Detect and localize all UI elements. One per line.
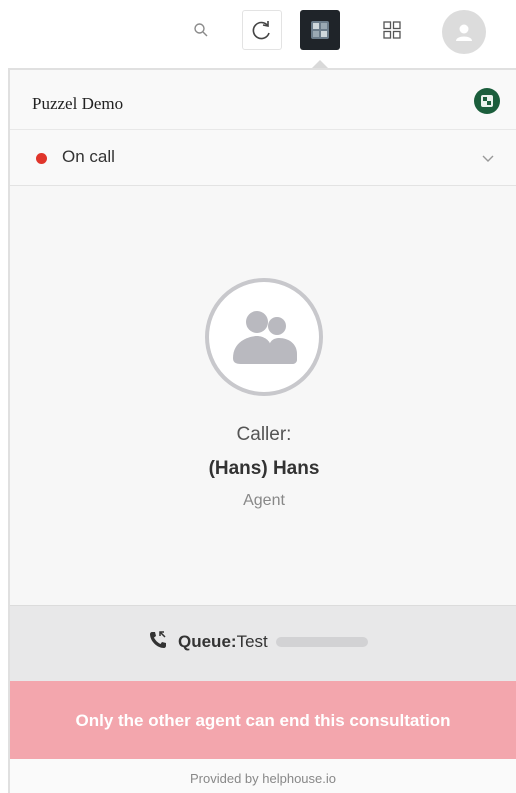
queue-info: Queue: Test	[148, 630, 368, 654]
warning-banner: Only the other agent can end this consul…	[10, 681, 516, 759]
extension-panel: Puzzel Demo On call Caller: (Hans) Hans …	[8, 68, 516, 793]
warning-text: Only the other agent can end this consul…	[75, 711, 451, 730]
queue-key: Queue:	[178, 632, 237, 651]
phone-transfer-icon	[148, 630, 168, 655]
panel-header: Puzzel Demo	[10, 70, 516, 130]
apps-grid-icon[interactable]	[378, 16, 406, 44]
popup-caret	[312, 60, 328, 68]
caller-role: Agent	[243, 492, 285, 509]
footer-credit[interactable]: Provided by helphouse.io	[10, 771, 516, 786]
caller-label: Caller:	[236, 424, 292, 445]
caller-info: Caller: (Hans) Hans Agent	[10, 186, 516, 606]
queue-bar: Queue: Test	[10, 605, 516, 681]
status-dot-icon	[36, 153, 47, 164]
status-label: On call	[62, 147, 115, 166]
puzzel-logo-icon	[474, 88, 500, 114]
refresh-icon[interactable]	[242, 10, 282, 50]
user-avatar-icon[interactable]	[442, 10, 486, 54]
chevron-down-icon[interactable]	[480, 150, 496, 166]
extension-icon[interactable]	[300, 10, 340, 50]
status-dropdown[interactable]: On call	[10, 130, 516, 186]
footer: Provided by helphouse.io	[10, 759, 516, 793]
caller-name: (Hans) Hans	[208, 458, 320, 479]
browser-toolbar	[0, 0, 516, 68]
redacted-number	[275, 637, 368, 647]
search-icon[interactable]	[189, 14, 213, 46]
panel-title: Puzzel Demo	[32, 94, 124, 113]
caller-group-icon	[205, 278, 323, 396]
queue-value: Test	[236, 632, 268, 651]
